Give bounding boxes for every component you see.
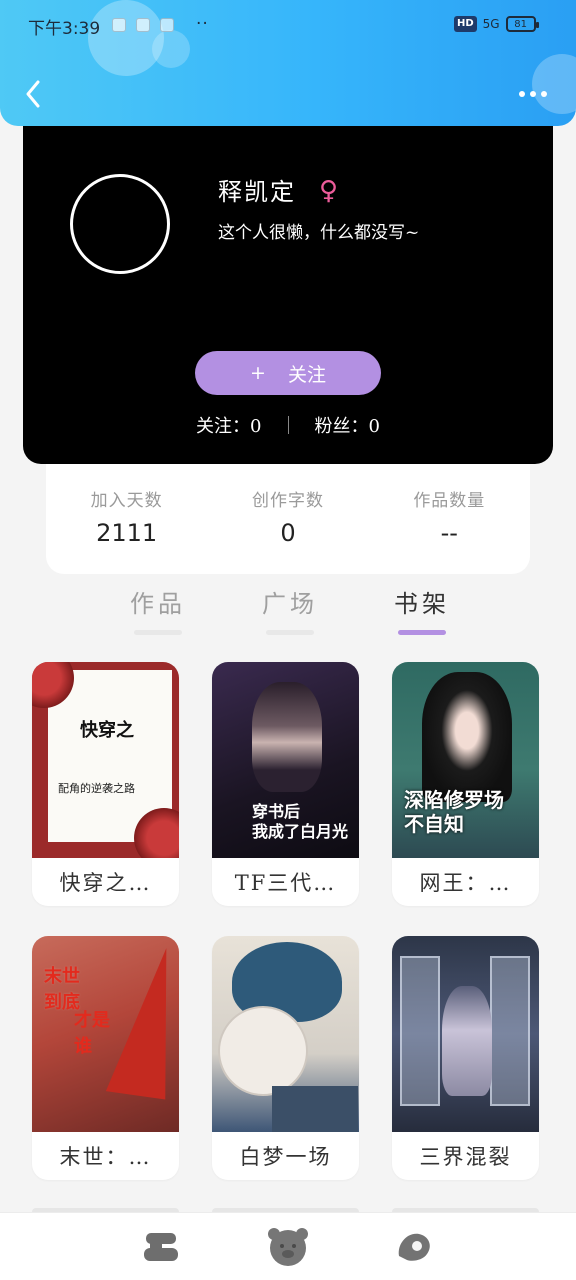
profile-icon (398, 1233, 430, 1261)
plus-icon: + (250, 362, 266, 384)
tab-plaza[interactable]: 广场 (224, 584, 356, 640)
status-right-icons: HD 5G 81 (454, 16, 539, 32)
book-cover: 穿书后 我成了白月光 (212, 662, 359, 858)
following-count: 0 (250, 416, 262, 437)
nav-profile[interactable] (390, 1223, 438, 1271)
cover-title: 穿书后 我成了白月光 (252, 802, 349, 841)
battery-icon: 81 (505, 16, 539, 32)
book-card[interactable]: 穿书后 我成了白月光 TF三代… (212, 662, 359, 906)
following-label: 关注： (196, 416, 251, 437)
followers-count: 0 (368, 416, 380, 437)
cover-figure (422, 672, 512, 802)
book-cover: 末世 到底 才是 谁 (32, 936, 179, 1132)
signal-icon: 5G (482, 17, 500, 31)
book-cover (212, 936, 359, 1132)
cover-glass-pane (490, 956, 530, 1106)
book-card[interactable]: 末世 到底 才是 谁 末世：… (32, 936, 179, 1180)
cover-figure (218, 1006, 308, 1096)
tab-bookshelf[interactable]: 书架 (356, 584, 488, 640)
notification-icon (112, 18, 126, 32)
cover-title: 快穿之 (80, 720, 134, 741)
cover-title-secondary: 才是 谁 (74, 1010, 110, 1057)
book-cover: 快穿之 配角的逆袭之路 (32, 662, 179, 858)
follow-counts: 关注：0 粉丝：0 (23, 412, 553, 438)
cover-figure (252, 682, 322, 792)
bookshelf-grid: 快穿之 配角的逆袭之路 快穿之… 穿书后 我成了白月光 TF三代… 深陷修罗场 … (32, 662, 544, 1180)
book-title: 快穿之… (59, 871, 152, 895)
book-title: 三界混裂 (419, 1145, 512, 1169)
stat-label: 作品数量 (413, 491, 486, 511)
stat-value: 2111 (96, 519, 158, 547)
cover-figure (272, 1086, 358, 1132)
notification-icon (160, 18, 174, 32)
divider (287, 416, 289, 434)
profile-tabs: 作品 广场 书架 (92, 584, 488, 640)
avatar[interactable] (70, 174, 170, 274)
cover-figure (442, 986, 492, 1096)
hd-icon: HD (454, 16, 477, 32)
bottom-navigation (0, 1212, 576, 1280)
header-decoration-bubble (152, 30, 190, 68)
notification-icon (136, 18, 150, 32)
nav-home[interactable] (138, 1223, 186, 1271)
tab-label: 书架 (394, 590, 450, 618)
follow-button-label: 关注 (287, 363, 326, 386)
book-title: 网王：… (419, 871, 512, 895)
stat-value: 0 (280, 519, 296, 547)
following-count-link[interactable]: 关注：0 (196, 412, 261, 438)
stat-works-count: 作品数量 -- (374, 486, 524, 547)
tab-label: 广场 (262, 590, 318, 618)
book-title: 白梦一场 (239, 1145, 332, 1169)
tab-indicator (134, 630, 182, 635)
status-notification-icons (112, 18, 174, 32)
stat-label: 创作字数 (251, 491, 324, 511)
stat-join-days: 加入天数 2111 (52, 486, 202, 547)
stat-value: -- (440, 519, 458, 547)
cover-title: 深陷修罗场 不自知 (404, 788, 504, 836)
username: 释凯定 (218, 178, 296, 206)
book-card[interactable]: 深陷修罗场 不自知 网王：… (392, 662, 539, 906)
book-card[interactable]: 三界混裂 (392, 936, 539, 1180)
cover-glass-pane (400, 956, 440, 1106)
book-cover (392, 936, 539, 1132)
book-title: TF三代… (234, 871, 337, 895)
follow-button[interactable]: + 关注 (195, 351, 381, 395)
more-horizontal-icon (519, 91, 547, 97)
book-card[interactable]: 白梦一场 (212, 936, 359, 1180)
status-time: 下午3:39 (28, 19, 101, 39)
nav-bear[interactable] (264, 1223, 312, 1271)
profile-card: 释凯定 ♀ 这个人很懒，什么都没写~ + 关注 关注：0 粉丝：0 (23, 100, 553, 464)
battery-level: 81 (514, 18, 527, 30)
tab-indicator (266, 630, 314, 635)
bear-avatar-icon (268, 1227, 308, 1266)
cover-subtitle: 配角的逆袭之路 (58, 782, 135, 795)
cover-flag (105, 942, 179, 1100)
app-header: 下午3:39 ·· HD 5G 81 (0, 0, 576, 126)
status-more-dots: ·· (196, 14, 209, 34)
tab-indicator-active (398, 630, 446, 635)
followers-label: 粉丝： (314, 416, 369, 437)
female-gender-icon: ♀ (319, 176, 339, 206)
tab-label: 作品 (130, 590, 186, 618)
tab-works[interactable]: 作品 (92, 584, 224, 640)
chevron-left-icon (26, 80, 40, 108)
more-options-button[interactable] (516, 80, 550, 108)
home-icon (144, 1232, 178, 1261)
book-card[interactable]: 快穿之 配角的逆袭之路 快穿之… (32, 662, 179, 906)
followers-count-link[interactable]: 粉丝：0 (315, 412, 380, 438)
stats-card: 加入天数 2111 创作字数 0 作品数量 -- (46, 462, 530, 574)
book-title: 末世：… (59, 1145, 152, 1169)
book-cover: 深陷修罗场 不自知 (392, 662, 539, 858)
user-bio: 这个人很懒，什么都没写~ (218, 223, 420, 243)
stat-word-count: 创作字数 0 (213, 486, 363, 547)
back-button[interactable] (18, 78, 48, 110)
stat-label: 加入天数 (90, 491, 163, 511)
